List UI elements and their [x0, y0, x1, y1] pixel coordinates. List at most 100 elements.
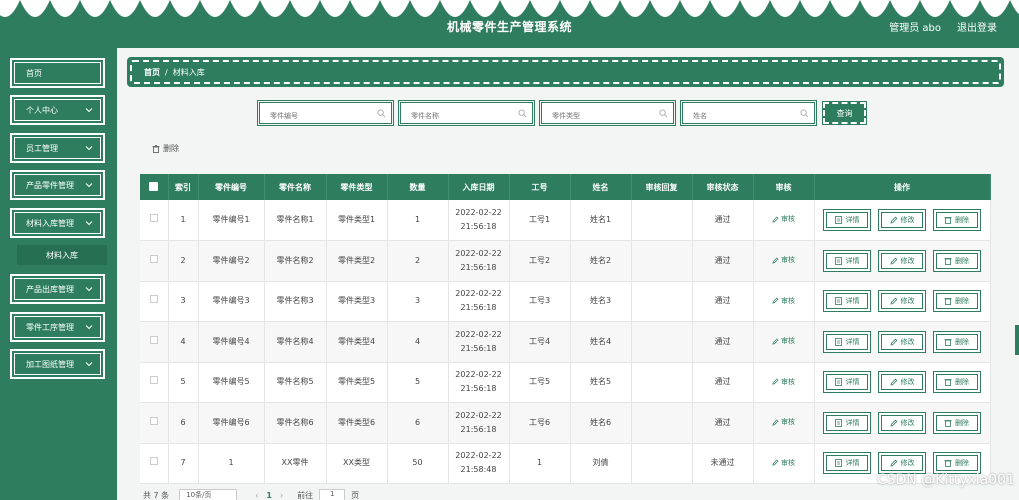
row-select-cell[interactable] — [140, 443, 169, 484]
sidebar-item-home[interactable]: 首页 — [10, 58, 105, 88]
row-select-cell[interactable] — [140, 402, 169, 444]
sidebar-item-product-parts[interactable]: 产品零件管理 — [10, 170, 105, 200]
sidebar: 首页 个人中心 员工管理 产品零件管理 材料入库管理 材料入库 产品出库管理 零… — [0, 48, 117, 500]
audit-cell: 审核 — [753, 281, 815, 322]
sidebar-item-employee[interactable]: 员工管理 — [10, 133, 105, 163]
part-name-cell: 零件名称2 — [264, 240, 327, 282]
detail-button[interactable]: 详情 — [823, 411, 872, 434]
audit-link[interactable]: 审核 — [772, 334, 795, 348]
scrollbar-thumb[interactable] — [1015, 325, 1019, 355]
edit-button[interactable]: 修改 — [878, 411, 926, 434]
chevron-up-icon — [85, 221, 93, 226]
sidebar-item-personal-center[interactable]: 个人中心 — [10, 95, 105, 125]
row-checkbox[interactable] — [149, 295, 158, 304]
delete-button[interactable]: 删除 — [932, 330, 981, 353]
current-user: 管理员 abo — [889, 23, 941, 34]
detail-button[interactable]: 详情 — [823, 249, 872, 272]
bulk-delete-button[interactable]: 删除 — [152, 143, 179, 154]
row-checkbox[interactable] — [149, 254, 158, 263]
part-type-search-field — [539, 100, 676, 126]
edit-label: 修改 — [900, 459, 915, 468]
breadcrumb-home[interactable]: 首页 — [144, 67, 160, 78]
page-size-select[interactable]: 10条/页 — [179, 489, 238, 500]
edit-button[interactable]: 修改 — [878, 209, 926, 231]
operations-cell: 详情 修改 删除 — [814, 240, 991, 282]
detail-button[interactable]: 详情 — [823, 209, 872, 231]
edit-button[interactable]: 修改 — [878, 330, 926, 353]
part-type-input[interactable] — [542, 106, 673, 126]
row-checkbox[interactable] — [149, 335, 158, 344]
part-name-cell: XX零件 — [264, 443, 327, 484]
delete-button[interactable]: 删除 — [932, 209, 981, 231]
detail-label: 详情 — [845, 297, 860, 306]
audit-link[interactable]: 审核 — [772, 253, 795, 267]
row-select-cell[interactable] — [140, 240, 169, 282]
detail-button[interactable]: 详情 — [823, 452, 872, 475]
audit-link[interactable]: 审核 — [772, 294, 795, 308]
employee-no-cell: 工号6 — [509, 402, 571, 444]
sidebar-item-label: 零件工序管理 — [26, 322, 74, 332]
time-text: 21:56:18 — [460, 303, 497, 313]
current-page[interactable]: 1 — [266, 491, 272, 500]
detail-button[interactable]: 详情 — [823, 330, 872, 353]
goto-page-input[interactable]: 1 — [319, 489, 346, 500]
audit-reply-cell — [631, 402, 693, 444]
audit-link[interactable]: 审核 — [772, 212, 795, 226]
sidebar-item-label: 首页 — [26, 68, 42, 78]
quantity-cell: 3 — [387, 281, 449, 322]
detail-button[interactable]: 详情 — [823, 371, 872, 394]
part-name-cell: 零件名称5 — [264, 362, 327, 403]
edit-icon — [772, 297, 779, 304]
select-all-cell[interactable] — [140, 174, 169, 200]
audit-reply-cell — [631, 362, 693, 403]
delete-button[interactable]: 删除 — [932, 371, 981, 394]
audit-link[interactable]: 审核 — [772, 456, 795, 470]
name-input[interactable] — [683, 106, 814, 126]
audit-reply-cell — [631, 200, 693, 241]
column-header: 审核回复 — [631, 174, 693, 200]
sidebar-item-product-outbound[interactable]: 产品出库管理 — [10, 274, 105, 304]
edit-button[interactable]: 修改 — [878, 371, 926, 394]
row-select-cell[interactable] — [140, 362, 169, 403]
part-no-cell: 零件编号1 — [198, 200, 265, 241]
edit-icon — [772, 257, 779, 264]
time-text: 21:56:18 — [460, 343, 497, 353]
row-select-cell[interactable] — [140, 281, 169, 322]
row-checkbox[interactable] — [149, 214, 158, 222]
delete-button[interactable]: 删除 — [932, 290, 981, 313]
edit-button[interactable]: 修改 — [878, 452, 926, 475]
delete-button[interactable]: 删除 — [932, 452, 981, 475]
row-checkbox[interactable] — [149, 376, 158, 385]
row-index: 3 — [168, 281, 199, 322]
row-select-cell[interactable] — [140, 200, 169, 241]
logout-link[interactable]: 退出登录 — [957, 19, 997, 34]
next-page-icon[interactable]: › — [280, 491, 283, 500]
chevron-down-icon — [85, 108, 93, 113]
edit-label: 修改 — [900, 256, 915, 265]
query-button[interactable]: 查询 — [822, 101, 867, 125]
scallop-shape — [380, 0, 410, 17]
sidebar-item-material-inbound[interactable]: 材料入库管理 — [10, 208, 105, 238]
part-name-input[interactable] — [401, 106, 532, 126]
delete-button[interactable]: 删除 — [932, 411, 981, 434]
row-checkbox[interactable] — [149, 416, 158, 425]
select-all-checkbox[interactable] — [149, 181, 159, 191]
row-select-cell[interactable] — [140, 321, 169, 363]
scallop-shape — [650, 0, 680, 17]
edit-button[interactable]: 修改 — [878, 249, 926, 272]
delete-button[interactable]: 删除 — [932, 249, 981, 272]
sidebar-subitem-material-inbound[interactable]: 材料入库 — [17, 245, 107, 265]
sidebar-item-part-process[interactable]: 零件工序管理 — [10, 312, 105, 342]
edit-button[interactable]: 修改 — [878, 290, 926, 313]
column-header: 入库日期 — [448, 174, 510, 200]
audit-link[interactable]: 审核 — [772, 375, 795, 389]
prev-page-icon[interactable]: ‹ — [255, 491, 258, 500]
quantity-cell: 50 — [387, 443, 449, 484]
sidebar-item-drawings[interactable]: 加工图纸管理 — [10, 349, 105, 379]
row-checkbox[interactable] — [149, 457, 158, 466]
detail-label: 详情 — [845, 256, 860, 265]
total-count: 共 7 条 — [143, 490, 170, 500]
detail-button[interactable]: 详情 — [823, 290, 872, 313]
part-no-input[interactable] — [260, 106, 391, 126]
audit-link[interactable]: 审核 — [772, 415, 795, 429]
